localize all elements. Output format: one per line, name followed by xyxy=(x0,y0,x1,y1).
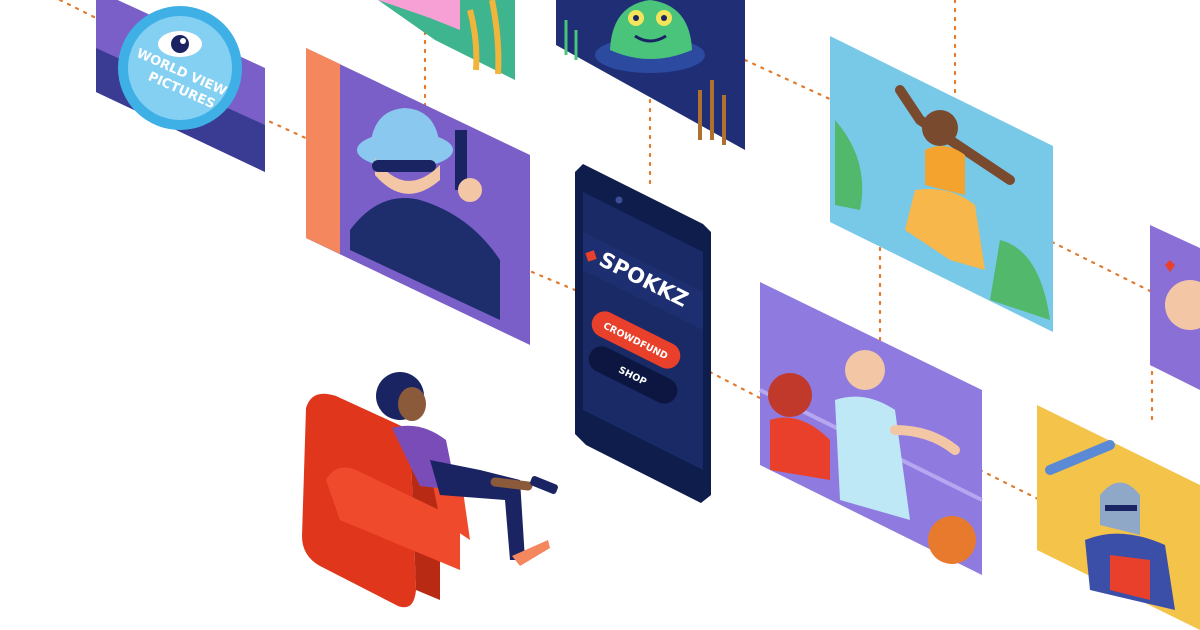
phone[interactable]: SPOKKZ CROWDFUND SHOP xyxy=(575,164,711,503)
panel-dancer[interactable] xyxy=(830,36,1053,332)
remote-icon xyxy=(530,476,558,494)
panel-basketball[interactable] xyxy=(759,282,983,575)
panel-world-view-pictures[interactable]: WORLD VIEW PICTURES xyxy=(96,0,265,172)
basketball-icon xyxy=(928,516,976,564)
person-in-armchair xyxy=(302,372,558,608)
panel-knight[interactable] xyxy=(1037,405,1200,630)
eye-icon xyxy=(158,31,202,57)
scene: WORLD VIEW PICTURES SPOKKZ CROWDFUND SHO… xyxy=(58,0,1200,630)
panel-love[interactable] xyxy=(1150,225,1200,390)
armchair xyxy=(302,393,470,608)
panel-spy[interactable] xyxy=(306,48,530,345)
camera-icon xyxy=(615,196,623,204)
panel-flowers[interactable] xyxy=(378,0,515,80)
